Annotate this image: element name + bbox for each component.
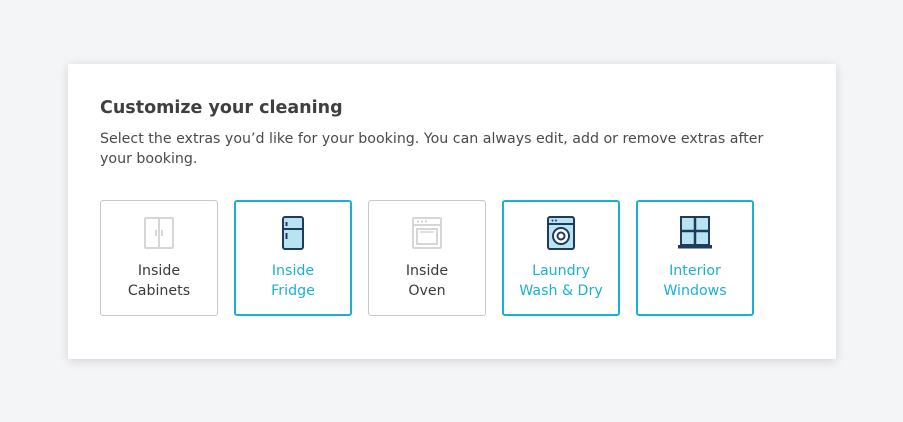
section-title: Customize your cleaning (100, 98, 343, 118)
extra-label: Interior Windows (663, 263, 727, 299)
customize-cleaning-card: Customize your cleaning Select the extra… (68, 64, 836, 359)
extra-interior-windows[interactable]: Interior Windows (636, 200, 754, 316)
extra-inside-fridge[interactable]: Inside Fridge (234, 200, 352, 316)
extra-inside-oven[interactable]: Inside Oven (368, 200, 486, 316)
extra-label: Inside Cabinets (127, 263, 191, 299)
extra-label: Inside Fridge (271, 263, 315, 299)
washing-machine-icon (543, 215, 579, 251)
section-subtitle: Select the extras you’d like for your bo… (100, 131, 764, 167)
fridge-icon (275, 215, 311, 251)
extra-label: Inside Oven (405, 263, 449, 299)
window-icon (677, 215, 713, 251)
extra-inside-cabinets[interactable]: Inside Cabinets (100, 200, 218, 316)
extra-laundry-wash-dry[interactable]: Laundry Wash & Dry (502, 200, 620, 316)
extra-label: Laundry Wash & Dry (519, 263, 603, 299)
cabinet-icon (141, 215, 177, 251)
oven-icon (409, 215, 445, 251)
extras-list: Inside Cabinets Inside Fridge Inside Ove… (100, 200, 754, 316)
